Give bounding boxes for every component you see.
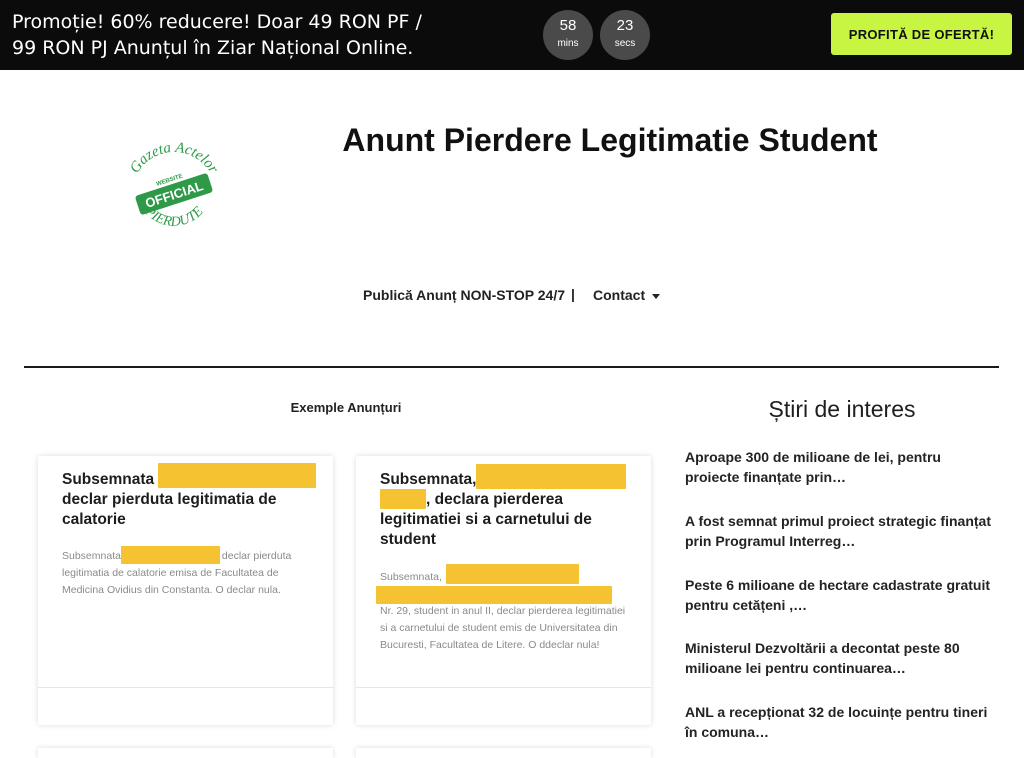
- redaction-bar: [376, 586, 612, 604]
- card-excerpt-lead: Subsemnata,: [380, 571, 442, 583]
- news-link[interactable]: Aproape 300 de milioane de lei, pentru p…: [685, 447, 995, 487]
- nav-publish-link[interactable]: Publică Anunț NON-STOP 24/7: [363, 287, 565, 303]
- redaction-bar: [380, 489, 426, 509]
- card-title-rest: declar pierduta legitimatia de calatorie: [62, 491, 277, 528]
- example-card[interactable]: Subsemnata, , declara pierderea legitima…: [356, 456, 651, 725]
- example-card[interactable]: [356, 748, 651, 758]
- example-card[interactable]: Subsemnata declar pierduta legitimatia d…: [38, 456, 333, 725]
- header-divider: [24, 366, 999, 368]
- promo-text: Promoție! 60% reducere! Doar 49 RON PF /…: [12, 11, 422, 59]
- logo-text-bottom: PIERDUTE: [141, 203, 207, 230]
- news-heading: Știri de interes: [768, 396, 916, 422]
- news-link[interactable]: ANL a recepționat 32 de locuințe pentru …: [685, 702, 995, 742]
- card-excerpt-rest: legitimatia de calatorie emisa de Facult…: [62, 567, 281, 596]
- promo-bar: Promoție! 60% reducere! Doar 49 RON PF /…: [0, 0, 1024, 70]
- redaction-bar: [476, 464, 626, 489]
- card-title-tail: , declara pierderea: [426, 491, 563, 508]
- claim-offer-button[interactable]: PROFITĂ DE OFERTĂ!: [831, 13, 1012, 55]
- timer-seconds-value: 23: [616, 17, 634, 34]
- page-title: Anunt Pierdere Legitimatie Student: [342, 122, 878, 158]
- timer-seconds-unit: secs: [614, 38, 636, 49]
- timer-seconds: 23 secs: [600, 10, 650, 60]
- site-logo[interactable]: Gazeta Actelor WEBSITE OFFICIAL PIERDUTE: [118, 138, 230, 250]
- card-title-lead: Subsemnata: [62, 471, 155, 488]
- card-footer: [38, 687, 333, 688]
- logo-text-top: Gazeta Actelor: [127, 140, 221, 177]
- card-excerpt-lead: Subsemnata: [62, 550, 121, 562]
- news-link[interactable]: Peste 6 milioane de hectare cadastrate g…: [685, 575, 995, 615]
- examples-heading: Exemple Anunțuri: [290, 400, 402, 415]
- nav-separator: |: [571, 286, 575, 302]
- news-link[interactable]: A fost semnat primul proiect strategic f…: [685, 511, 995, 551]
- card-title-rest: legitimatiei si a carnetului de student: [380, 511, 592, 548]
- redaction-bar: [446, 564, 579, 584]
- timer-minutes-unit: mins: [557, 38, 579, 49]
- redaction-bar: [158, 463, 316, 488]
- card-excerpt-rest: Nr. 29, student in anul II, declar pierd…: [380, 605, 626, 651]
- card-title-lead: Subsemnata,: [380, 471, 477, 488]
- redaction-bar: [121, 546, 220, 564]
- nav-contact-dropdown[interactable]: Contact: [593, 287, 661, 303]
- nav-contact-label: Contact: [593, 287, 646, 303]
- news-link[interactable]: Ministerul Dezvoltării a decontat peste …: [685, 638, 995, 678]
- card-excerpt-tail: declar pierduta: [218, 550, 292, 562]
- example-card[interactable]: [38, 748, 333, 758]
- timer-minutes-value: 58: [559, 17, 577, 34]
- chevron-down-icon: [652, 293, 661, 299]
- card-footer: [356, 687, 651, 688]
- timer-minutes: 58 mins: [543, 10, 593, 60]
